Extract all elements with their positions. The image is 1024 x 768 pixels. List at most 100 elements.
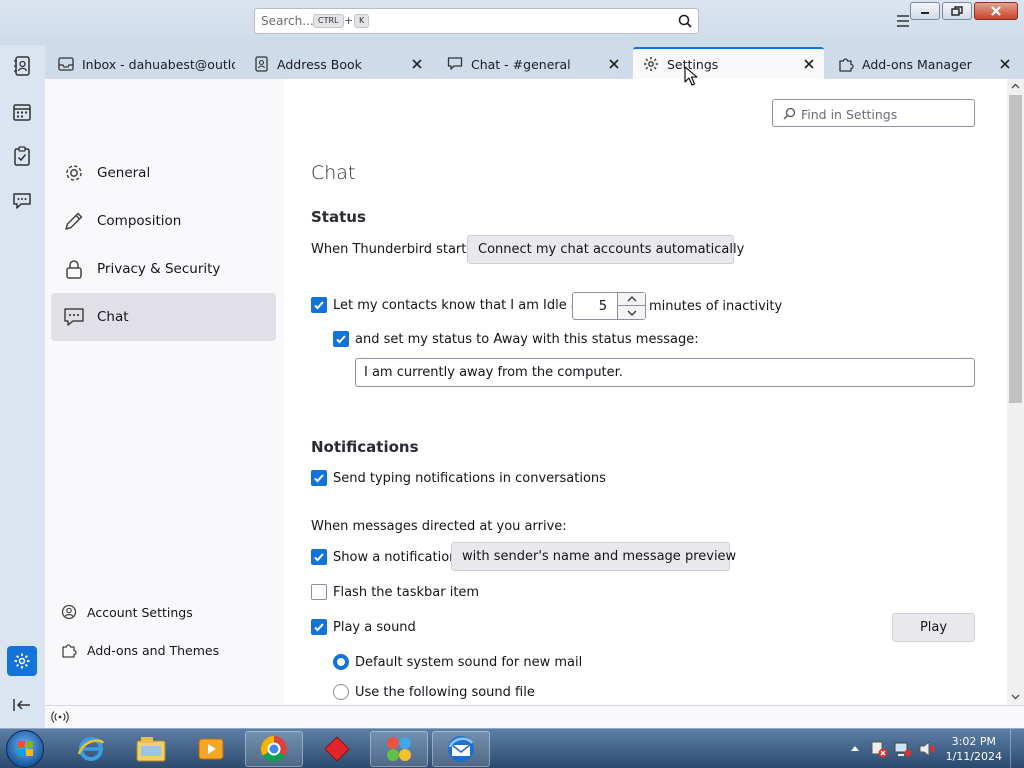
inbox-icon xyxy=(58,57,74,71)
gear-icon xyxy=(644,57,658,71)
calendar-icon[interactable] xyxy=(9,99,35,125)
flash-checkbox[interactable] xyxy=(311,584,327,600)
tab-label: Add-ons Manager xyxy=(862,56,972,72)
taskbar-clock[interactable]: 3:02 PM 1/11/2024 xyxy=(946,734,1002,764)
lock-icon xyxy=(66,260,82,279)
close-icon[interactable] xyxy=(998,57,1012,71)
settings-icon[interactable] xyxy=(7,646,37,676)
puzzle-icon xyxy=(62,644,77,658)
shortcut-plus: + xyxy=(344,14,354,27)
close-window-button[interactable] xyxy=(974,2,1018,20)
close-icon[interactable] xyxy=(802,57,816,71)
category-composition[interactable]: Composition xyxy=(51,197,276,245)
addons-themes-label: Add-ons and Themes xyxy=(87,642,220,658)
thunderbird-taskbar-icon[interactable] xyxy=(432,731,490,767)
tray-expand-icon[interactable] xyxy=(850,744,860,752)
chrome-taskbar-icon[interactable] xyxy=(245,731,303,767)
tab-addons-manager[interactable]: Add-ons Manager xyxy=(828,49,1020,79)
idle-checkbox[interactable] xyxy=(311,297,327,313)
startup-dropdown[interactable]: Connect my chat accounts automatically xyxy=(467,235,744,264)
away-row: and set my status to Away with this stat… xyxy=(333,331,699,347)
find-in-settings-input[interactable]: Find in Settings xyxy=(772,99,975,127)
search-placeholder: Search... xyxy=(261,14,314,28)
flash-row: Flash the taskbar item xyxy=(311,584,479,600)
clock-time: 3:02 PM xyxy=(951,735,996,748)
addons-themes-link[interactable]: Add-ons and Themes xyxy=(61,642,219,658)
tab-inbox[interactable]: Inbox - dahuabest@outlook.com xyxy=(48,49,235,79)
settings-sidebar: General Composition Privacy & Security C… xyxy=(45,79,284,705)
content-scrollbar[interactable] xyxy=(1007,79,1024,705)
status-heading: Status xyxy=(311,208,366,226)
settings-content: Find in Settings Chat Status When Thunde… xyxy=(284,79,1007,705)
default-sound-radio[interactable] xyxy=(333,654,349,670)
arrive-label: When messages directed at you arrive: xyxy=(311,519,567,534)
shortcut-key-k: K xyxy=(354,14,370,28)
control-panel-taskbar-icon[interactable] xyxy=(370,731,428,767)
play-sound-checkbox[interactable] xyxy=(311,619,327,635)
scroll-thumb[interactable] xyxy=(1009,95,1022,403)
category-label: Chat xyxy=(97,309,129,325)
tab-label: Chat - #general xyxy=(471,56,571,72)
chat-icon[interactable] xyxy=(9,188,35,214)
media-player-taskbar-icon[interactable] xyxy=(182,731,240,767)
category-privacy-security[interactable]: Privacy & Security xyxy=(51,245,276,293)
online-status-icon[interactable] xyxy=(51,710,69,724)
away-message-input[interactable]: I am currently away from the computer. xyxy=(355,358,975,387)
idle-label: Let my contacts know that I am Idle afte… xyxy=(333,297,602,313)
status-bar xyxy=(45,705,1024,728)
scroll-up-icon[interactable] xyxy=(1010,81,1021,92)
tab-address-book[interactable]: Address Book xyxy=(243,49,432,79)
page-title: Chat xyxy=(311,162,356,184)
internet-explorer-taskbar-icon[interactable] xyxy=(62,731,120,767)
close-icon[interactable] xyxy=(410,57,424,71)
show-desktop-button[interactable] xyxy=(1010,729,1024,768)
tab-chat-general[interactable]: Chat - #general xyxy=(437,49,629,79)
idle-minutes-stepper[interactable]: 5 xyxy=(572,292,646,320)
account-settings-link[interactable]: Account Settings xyxy=(61,604,193,620)
category-label: Composition xyxy=(97,213,182,229)
chat-icon xyxy=(64,308,84,326)
category-chat[interactable]: Chat xyxy=(51,293,276,341)
gear-icon xyxy=(66,165,82,181)
notifications-heading: Notifications xyxy=(311,438,419,456)
collapse-icon[interactable] xyxy=(9,692,35,718)
sound-option-default[interactable]: Default system sound for new mail xyxy=(333,654,582,670)
restore-button[interactable] xyxy=(942,2,972,20)
sound-file-radio[interactable] xyxy=(333,684,349,700)
action-center-icon[interactable] xyxy=(870,740,888,758)
search-icon xyxy=(783,107,796,120)
tab-label: Inbox - dahuabest@outlook.com xyxy=(82,56,235,72)
network-icon[interactable] xyxy=(894,740,912,758)
stepper-up-icon[interactable] xyxy=(617,293,645,306)
notification-mode-dropdown[interactable]: with sender's name and message preview xyxy=(451,542,736,571)
startup-label: When Thunderbird starts: xyxy=(311,242,478,257)
category-general[interactable]: General xyxy=(51,149,276,197)
startup-value: Connect my chat accounts automatically xyxy=(478,242,745,257)
minimize-button[interactable] xyxy=(910,2,940,20)
away-checkbox[interactable] xyxy=(333,331,349,347)
clock-date: 1/11/2024 xyxy=(945,750,1002,763)
scroll-down-icon[interactable] xyxy=(1010,691,1021,702)
stepper-down-icon[interactable] xyxy=(617,306,645,319)
app-taskbar-icon[interactable] xyxy=(308,731,366,767)
show-notification-checkbox[interactable] xyxy=(311,549,327,565)
typing-checkbox[interactable] xyxy=(311,470,327,486)
typing-label: Send typing notifications in conversatio… xyxy=(333,470,606,486)
tasks-icon[interactable] xyxy=(9,143,35,169)
typing-row: Send typing notifications in conversatio… xyxy=(311,470,606,486)
play-button[interactable]: Play xyxy=(892,613,975,642)
address-book-icon[interactable] xyxy=(9,53,35,79)
away-message-value: I am currently away from the computer. xyxy=(364,365,623,380)
start-button[interactable] xyxy=(6,730,44,768)
show-notification-row: Show a notification xyxy=(311,549,457,565)
spaces-toolbar xyxy=(0,0,45,728)
account-settings-label: Account Settings xyxy=(87,604,193,620)
tab-settings[interactable]: Settings xyxy=(633,47,824,79)
sound-option-file[interactable]: Use the following sound file xyxy=(333,684,535,700)
file-explorer-taskbar-icon[interactable] xyxy=(122,731,180,767)
global-search-input[interactable]: Search... CTRL + K xyxy=(254,8,699,34)
volume-muted-icon[interactable] xyxy=(918,740,936,758)
close-icon[interactable] xyxy=(607,57,621,71)
search-icon[interactable] xyxy=(678,14,692,28)
away-label: and set my status to Away with this stat… xyxy=(355,331,699,347)
